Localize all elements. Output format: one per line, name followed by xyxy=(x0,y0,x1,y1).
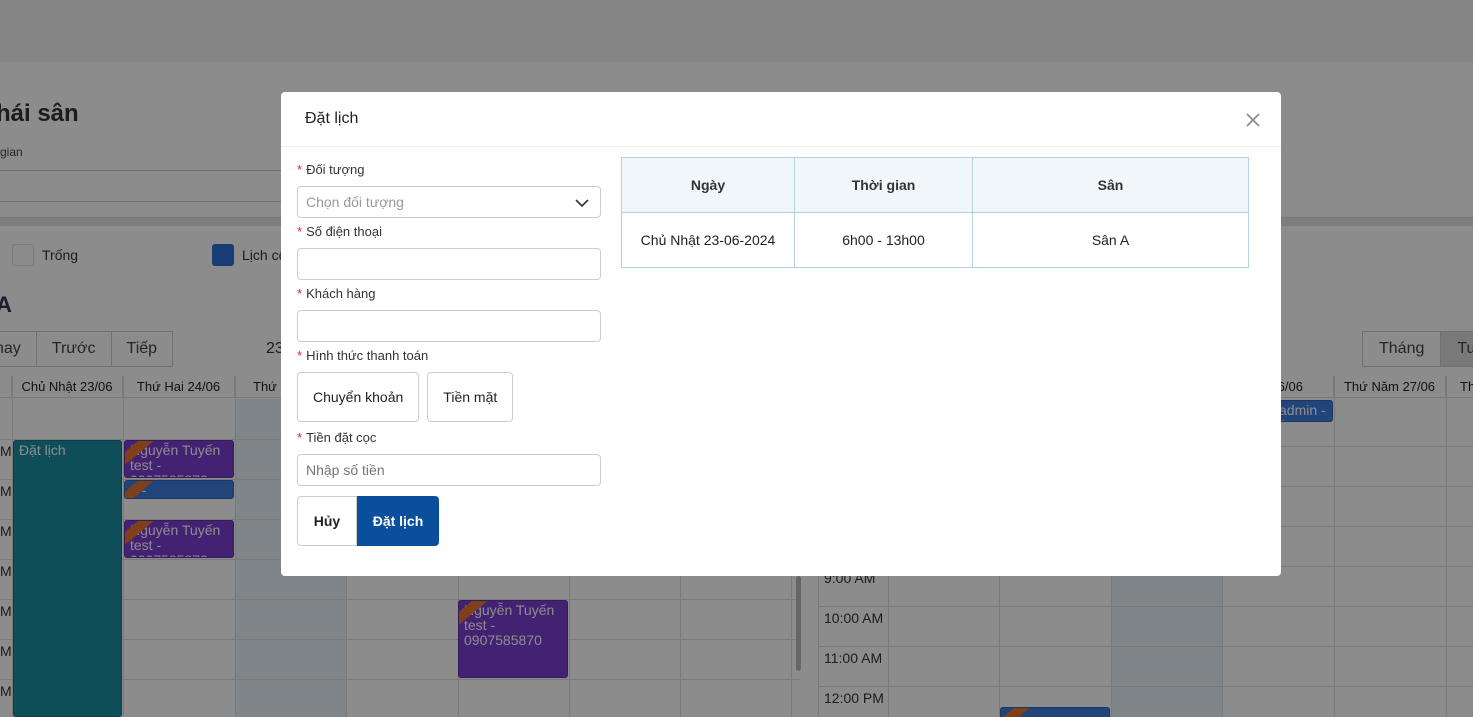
table-header: Sân xyxy=(972,157,1249,213)
booking-form: * Đối tượng Chọn đối tượng * Số điện thoại… xyxy=(297,158,601,546)
deposit-input[interactable] xyxy=(297,454,601,486)
submit-booking-button[interactable]: Đặt lịch xyxy=(357,496,439,546)
field-label-deposit: * Tiền đặt cọc xyxy=(297,430,377,445)
field-label-payment: * Hình thức thanh toán xyxy=(297,348,429,363)
chevron-down-icon xyxy=(575,199,589,208)
table-cell-court: Sân A xyxy=(972,212,1249,268)
payment-options: Chuyển khoản Tiền mặt xyxy=(297,372,601,422)
target-select[interactable]: Chọn đối tượng xyxy=(297,186,601,218)
booking-modal: Đặt lịch * Đối tượng Chọn đối tượng * Số đ… xyxy=(281,92,1281,576)
modal-header: Đặt lịch xyxy=(281,92,1281,147)
table-row: Chủ Nhật 23-06-2024 6h00 - 13h00 Sân A xyxy=(621,212,1249,268)
phone-input[interactable] xyxy=(297,248,601,280)
payment-transfer-button[interactable]: Chuyển khoản xyxy=(297,372,420,422)
payment-cash-button[interactable]: Tiền mặt xyxy=(427,372,514,422)
modal-title: Đặt lịch xyxy=(305,110,359,127)
field-label-phone: * Số điện thoại xyxy=(297,224,382,239)
target-select-placeholder: Chọn đối tượng xyxy=(306,194,404,210)
field-label-target: * Đối tượng xyxy=(297,162,365,177)
form-actions: Hủy Đặt lịch xyxy=(297,496,601,546)
table-cell-time: 6h00 - 13h00 xyxy=(794,212,973,268)
field-label-customer: * Khách hàng xyxy=(297,286,376,301)
customer-input[interactable] xyxy=(297,310,601,342)
close-icon[interactable] xyxy=(1243,110,1263,130)
table-header: Ngày xyxy=(621,157,795,213)
cancel-button[interactable]: Hủy xyxy=(297,496,357,546)
table-header-row: Ngày Thời gian Sân xyxy=(621,157,1249,213)
table-cell-date: Chủ Nhật 23-06-2024 xyxy=(621,212,795,268)
table-header: Thời gian xyxy=(794,157,973,213)
booking-summary-table: Ngày Thời gian Sân Chủ Nhật 23-06-2024 6… xyxy=(621,157,1249,268)
